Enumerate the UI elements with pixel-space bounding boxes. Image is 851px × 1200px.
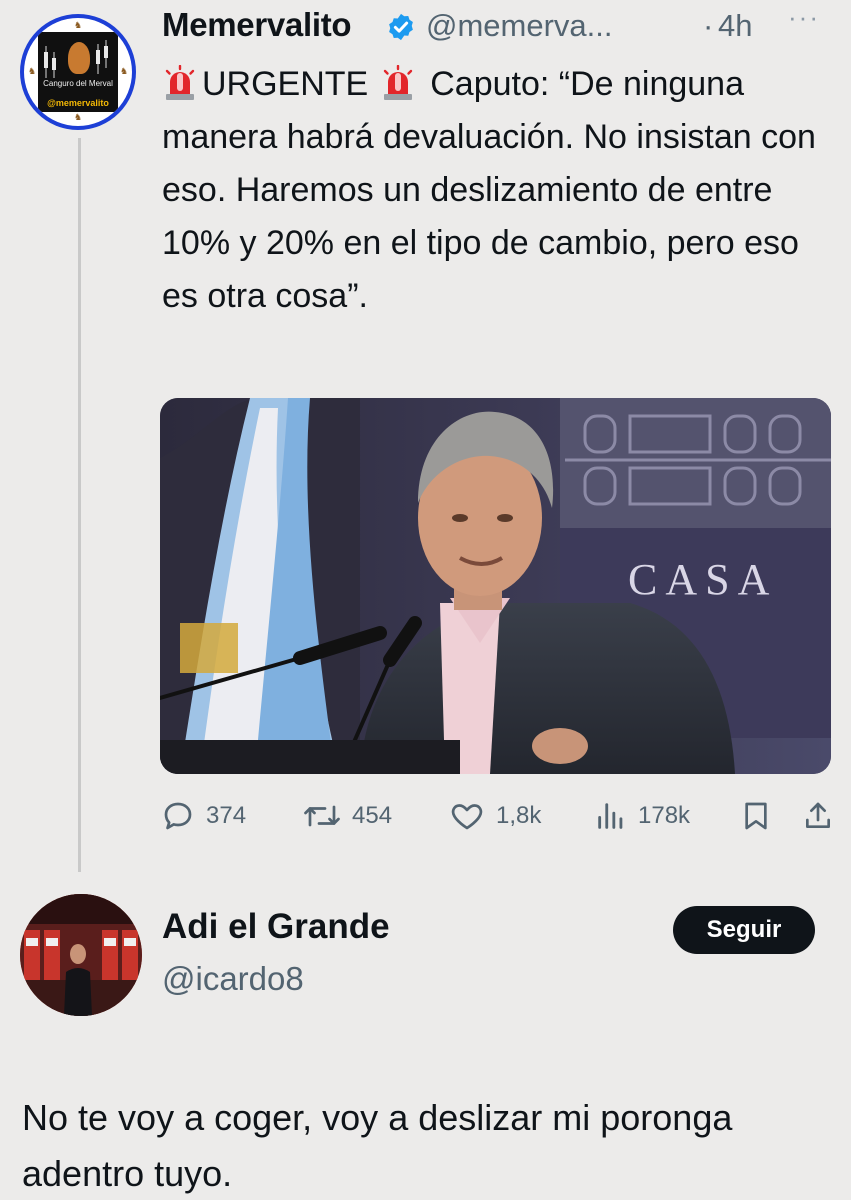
- retweet-count: 454: [352, 802, 393, 829]
- author-name[interactable]: Memervalito: [162, 6, 352, 44]
- tweet-text: URGENTE Caputo: “De ninguna manera habrá…: [162, 58, 832, 323]
- more-options-icon[interactable]: ···: [788, 2, 820, 33]
- bull-icon: ♞: [28, 66, 37, 76]
- kangaroo-icon: [68, 42, 90, 74]
- share-icon: [806, 802, 830, 828]
- reply-icon: [164, 802, 192, 830]
- bull-icon: ♞: [74, 20, 83, 30]
- bull-icon: ♞: [120, 66, 129, 76]
- timestamp[interactable]: 4h: [718, 8, 752, 44]
- heart-icon: [451, 804, 483, 830]
- bookmark-icon: [745, 802, 767, 830]
- reply-author-name[interactable]: Adi el Grande: [162, 907, 390, 947]
- follow-button[interactable]: Seguir: [673, 906, 815, 954]
- bull-icon: ♞: [74, 112, 83, 122]
- retweet-button[interactable]: 454: [302, 798, 392, 834]
- avatar-logo: Canguro del Merval @memervalito: [38, 32, 118, 112]
- like-count: 1,8k: [496, 802, 542, 829]
- author-avatar[interactable]: Canguro del Merval @memervalito ♞ ♞ ♞ ♞: [20, 14, 136, 130]
- reply-author-avatar[interactable]: [20, 894, 142, 1016]
- reply-avatar-photo: [20, 894, 142, 1016]
- bookmark-button[interactable]: [740, 798, 772, 834]
- verified-badge-icon: [389, 13, 413, 41]
- thread-connector-line: [78, 138, 81, 872]
- retweet-icon: [304, 805, 340, 827]
- siren-emoji-icon: [384, 65, 413, 100]
- views-button[interactable]: 178k: [594, 798, 690, 834]
- tweet-photo[interactable]: CASA: [160, 398, 831, 774]
- view-count: 178k: [638, 802, 691, 829]
- like-button[interactable]: 1,8k: [448, 798, 541, 834]
- siren-emoji-icon: [165, 65, 195, 100]
- views-chart-icon: [598, 803, 623, 829]
- author-handle[interactable]: @memerva...: [426, 8, 613, 44]
- urgent-label: URGENTE: [202, 65, 369, 103]
- press-conference-photo: CASA: [160, 398, 831, 774]
- reply-count: 374: [206, 802, 247, 829]
- separator-dot: ·: [703, 8, 714, 43]
- avatar-text-top: Canguro del Merval: [43, 79, 113, 88]
- casa-sign-text: CASA: [628, 555, 777, 604]
- avatar-text-bottom: @memervalito: [47, 98, 109, 108]
- reply-button[interactable]: 374: [160, 798, 246, 834]
- reply-author-handle[interactable]: @icardo8: [162, 960, 304, 998]
- share-button[interactable]: [802, 798, 834, 834]
- reply-text: No te voy a coger, voy a deslizar mi por…: [22, 1097, 733, 1194]
